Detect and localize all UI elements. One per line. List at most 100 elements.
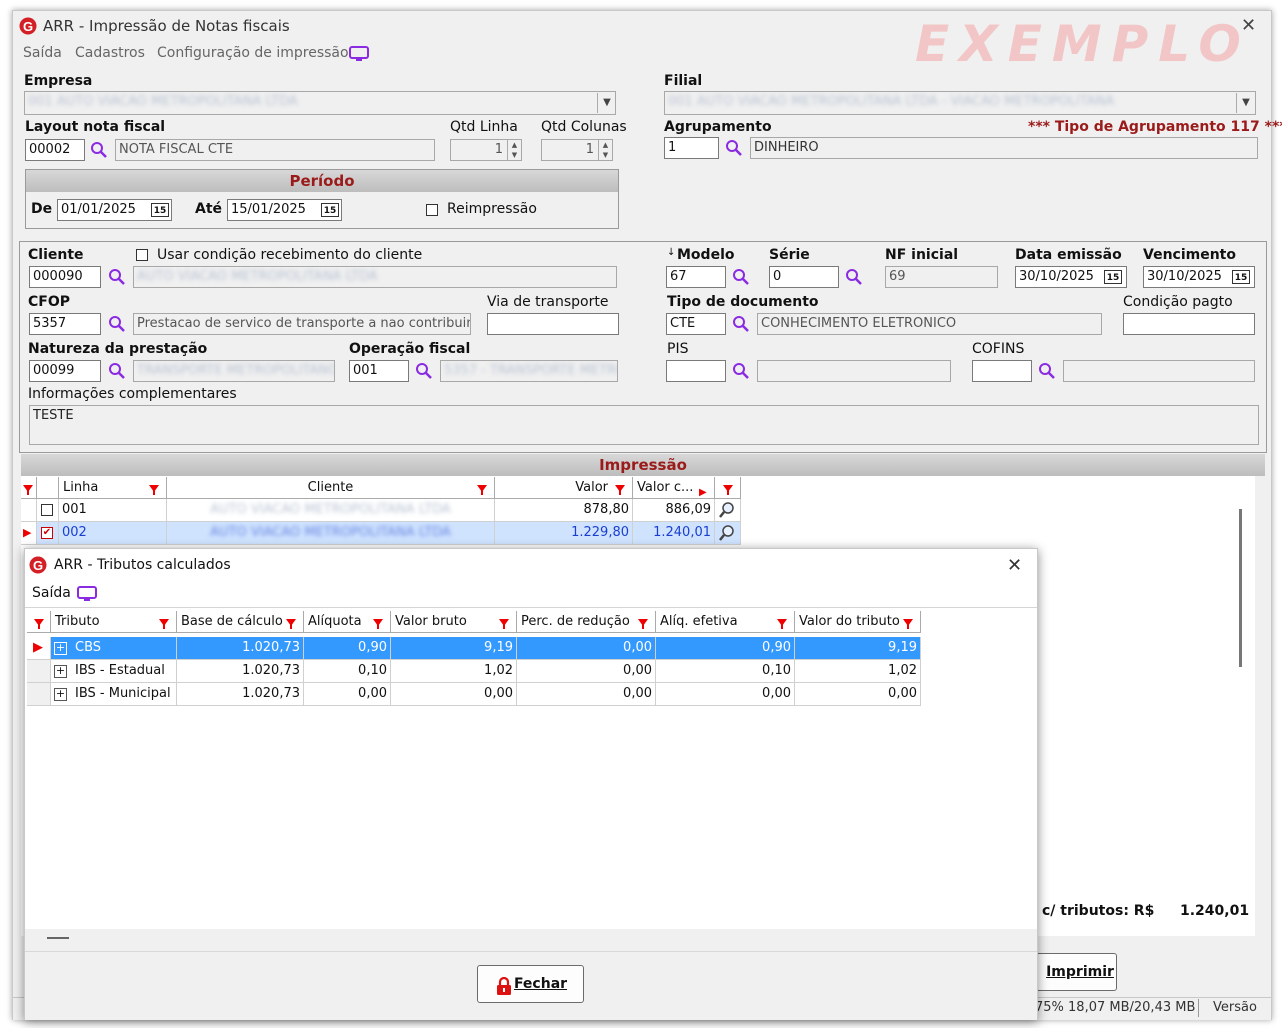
filter-icon[interactable] xyxy=(615,485,625,495)
reimpressao-checkbox[interactable] xyxy=(426,204,438,216)
filter-icon[interactable] xyxy=(903,619,913,629)
calendar-icon[interactable]: 15 xyxy=(151,203,169,217)
filter-icon[interactable] xyxy=(638,619,648,629)
info-label: Informações complementares xyxy=(28,386,237,402)
pis-input[interactable] xyxy=(666,360,726,382)
search-icon[interactable] xyxy=(725,139,743,157)
cell-tributo[interactable]: + IBS - Estadual xyxy=(51,660,177,683)
search-icon[interactable] xyxy=(108,268,126,286)
info-textarea[interactable]: TESTE xyxy=(29,405,1259,445)
detail-magnifier-icon[interactable] xyxy=(715,499,741,522)
table-row-check[interactable] xyxy=(37,499,59,522)
row-checkbox[interactable] xyxy=(41,504,53,516)
filter-icon[interactable] xyxy=(34,619,44,629)
stepper-arrows-icon[interactable]: ▲ ▼ xyxy=(507,140,521,160)
col-tributo-header[interactable]: Tributo xyxy=(51,611,177,633)
search-icon[interactable] xyxy=(732,315,750,333)
filter-icon[interactable] xyxy=(159,619,169,629)
operacao-code-input[interactable]: 001 xyxy=(349,360,409,382)
condicao-pagto-input[interactable] xyxy=(1123,313,1255,335)
search-icon[interactable] xyxy=(845,268,863,286)
monitor-icon[interactable] xyxy=(77,586,97,602)
agrupamento-code-input[interactable]: 1 xyxy=(664,137,719,159)
row-indicator xyxy=(27,683,51,706)
col-reducao-header[interactable]: Perc. de redução xyxy=(517,611,656,633)
search-icon[interactable] xyxy=(108,315,126,333)
menu-cadastros[interactable]: Cadastros xyxy=(75,45,145,61)
cofins-input[interactable] xyxy=(972,360,1032,382)
empresa-select[interactable]: 001 AUTO VIACAO METROPOLITANA LTDA xyxy=(24,91,616,115)
usar-condicao-checkbox[interactable] xyxy=(136,249,148,261)
chevron-down-icon[interactable]: ▼ xyxy=(597,93,616,113)
col-cliente-header[interactable]: Cliente xyxy=(167,477,495,499)
table-row-check[interactable]: ✔ xyxy=(37,522,59,545)
grid-indicator-header[interactable] xyxy=(21,477,37,499)
stepper-arrows-icon[interactable]: ▲ ▼ xyxy=(598,140,612,160)
cell-valor-tributo: 9,19 xyxy=(795,637,921,660)
serie-label: Série xyxy=(769,247,810,263)
col-bruto-label: Valor bruto xyxy=(395,614,467,629)
nf-inicial-value: 69 xyxy=(885,266,998,288)
filter-icon[interactable] xyxy=(23,485,33,495)
cell-tributo[interactable]: + CBS xyxy=(51,637,177,660)
serie-input[interactable]: 0 xyxy=(769,266,839,288)
tributos-dialog: G ARR - Tributos calculados ✕ Saída Trib… xyxy=(24,548,1038,1020)
col-efetiva-header[interactable]: Alíq. efetiva xyxy=(656,611,795,633)
grid-indicator-header[interactable] xyxy=(27,611,51,633)
calendar-icon[interactable]: 15 xyxy=(1104,270,1122,284)
filter-icon[interactable] xyxy=(723,485,733,495)
operacao-desc-value: 5357 - TRANSPORTE METROPOLITANO xyxy=(444,363,617,378)
cliente-code-input[interactable]: 000090 xyxy=(29,266,101,288)
expand-plus-icon[interactable]: + xyxy=(54,688,67,701)
expand-plus-icon[interactable]: + xyxy=(54,642,67,655)
filter-icon[interactable] xyxy=(477,485,487,495)
col-bruto-header[interactable]: Valor bruto xyxy=(391,611,517,633)
search-icon[interactable] xyxy=(415,362,433,380)
monitor-icon[interactable] xyxy=(349,46,369,62)
filter-icon[interactable] xyxy=(286,619,296,629)
minimize-dash-icon xyxy=(47,937,69,939)
scrollbar-thumb[interactable] xyxy=(1239,509,1242,667)
close-icon[interactable]: ✕ xyxy=(1241,15,1256,36)
filter-icon[interactable] xyxy=(149,485,159,495)
calendar-icon[interactable]: 15 xyxy=(1232,270,1250,284)
modelo-input[interactable]: 67 xyxy=(666,266,726,288)
search-icon[interactable] xyxy=(108,362,126,380)
cell-tributo-value: IBS - Estadual xyxy=(75,663,165,678)
filter-icon[interactable] xyxy=(499,619,509,629)
cell-base: 1.020,73 xyxy=(177,637,304,660)
row-checkbox-checked[interactable]: ✔ xyxy=(41,527,53,539)
search-icon[interactable] xyxy=(732,268,750,286)
row-selected-indicator: ▶ xyxy=(21,522,37,545)
col-detail-header[interactable] xyxy=(715,477,741,499)
col-valor-c-header[interactable]: Valor c... ▶ xyxy=(633,477,715,499)
dialog-status-strip xyxy=(25,929,1037,951)
search-icon[interactable] xyxy=(90,141,108,159)
layout-code-input[interactable]: 00002 xyxy=(25,139,85,161)
filial-select[interactable]: 001 AUTO VIACAO METROPOLITANA LTDA - VIA… xyxy=(664,91,1256,115)
search-icon[interactable] xyxy=(732,362,750,380)
detail-magnifier-icon[interactable] xyxy=(715,522,741,545)
col-valor-tributo-header[interactable]: Valor do tributo xyxy=(795,611,921,633)
chevron-down-icon[interactable]: ▼ xyxy=(1236,93,1255,113)
cell-tributo[interactable]: + IBS - Municipal xyxy=(51,683,177,706)
menu-saida[interactable]: Saída xyxy=(23,45,62,61)
fechar-button[interactable]: Fechar xyxy=(477,965,584,1003)
close-icon[interactable]: ✕ xyxy=(1007,555,1022,576)
filter-icon[interactable] xyxy=(373,619,383,629)
total-label: c/ tributos: R$ xyxy=(1042,903,1155,919)
expand-plus-icon[interactable]: + xyxy=(54,665,67,678)
menu-configuracao-impressao[interactable]: Configuração de impressão xyxy=(157,45,349,61)
search-icon[interactable] xyxy=(1038,362,1056,380)
col-linha-header[interactable]: Linha xyxy=(59,477,167,499)
col-base-header[interactable]: Base de cálculo xyxy=(177,611,304,633)
col-valor-header[interactable]: Valor xyxy=(495,477,633,499)
col-aliquota-header[interactable]: Alíquota xyxy=(304,611,391,633)
dialog-menu-saida[interactable]: Saída xyxy=(32,585,71,601)
filter-icon[interactable] xyxy=(777,619,787,629)
natureza-code-input[interactable]: 00099 xyxy=(29,360,101,382)
calendar-icon[interactable]: 15 xyxy=(321,203,339,217)
cfop-code-input[interactable]: 5357 xyxy=(29,313,101,335)
via-transporte-input[interactable] xyxy=(487,313,619,335)
tipo-documento-input[interactable]: CTE xyxy=(666,313,726,335)
